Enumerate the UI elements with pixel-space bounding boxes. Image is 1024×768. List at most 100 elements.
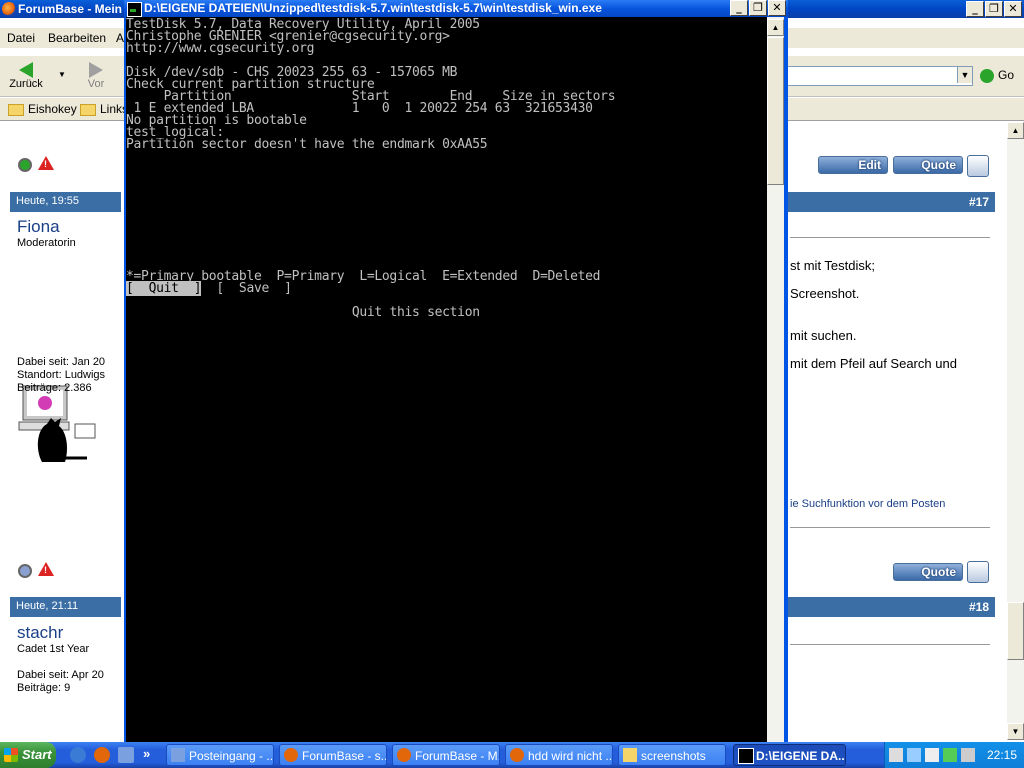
console-icon bbox=[738, 748, 754, 764]
multiquote-icon[interactable] bbox=[967, 561, 989, 583]
scroll-down-icon[interactable]: ▼ bbox=[1007, 723, 1024, 740]
signature-text: ie Suchfunktion vor dem Posten bbox=[790, 498, 946, 510]
post-text-line: Screenshot. bbox=[790, 286, 860, 301]
folder-icon bbox=[8, 103, 24, 116]
forward-label: Vor bbox=[87, 78, 105, 90]
online-status-icon bbox=[18, 158, 32, 172]
close-icon[interactable]: ✕ bbox=[768, 0, 786, 16]
task-console[interactable]: D:\EIGENE DA... bbox=[733, 744, 846, 766]
post-number-bar: #18 bbox=[788, 597, 995, 617]
close-icon[interactable]: ✕ bbox=[1004, 1, 1022, 17]
multiquote-icon[interactable] bbox=[967, 155, 989, 177]
start-button[interactable]: Start bbox=[0, 742, 56, 768]
save-menu-option[interactable]: [ Save ] bbox=[216, 281, 292, 296]
task-forumbase-m[interactable]: ForumBase - M... bbox=[392, 744, 500, 766]
quote-button[interactable]: Quote bbox=[893, 156, 963, 174]
scroll-up-icon[interactable]: ▲ bbox=[767, 19, 784, 36]
tray-icon[interactable] bbox=[925, 748, 939, 762]
windows-logo-icon bbox=[4, 748, 18, 762]
firefox-icon bbox=[284, 748, 298, 762]
firefox-title: ForumBase - Mein bbox=[18, 2, 123, 16]
user-avatar bbox=[18, 385, 96, 462]
go-icon bbox=[980, 68, 994, 83]
back-label: Zurück bbox=[9, 78, 43, 90]
divider bbox=[790, 644, 990, 645]
scroll-up-icon[interactable]: ▲ bbox=[1007, 122, 1024, 139]
quicklaunch-email-icon[interactable] bbox=[118, 747, 134, 763]
firefox-window-buttons: _ ❐ ✕ bbox=[965, 1, 1022, 17]
menu-hint: Quit this section bbox=[351, 305, 480, 320]
restore-icon[interactable]: ❐ bbox=[749, 0, 767, 16]
report-icon[interactable] bbox=[38, 156, 54, 170]
folder-icon bbox=[623, 748, 637, 762]
post-text-line: mit suchen. bbox=[790, 328, 857, 343]
task-forumbase-s[interactable]: ForumBase - s... bbox=[279, 744, 387, 766]
edit-label: Edit bbox=[858, 158, 881, 172]
firefox-scrollbar[interactable]: ▲ ▼ bbox=[1007, 122, 1024, 740]
task-screenshots[interactable]: screenshots bbox=[618, 744, 726, 766]
task-label: hdd wird nicht ... bbox=[528, 749, 613, 763]
clock: 22:15 bbox=[986, 748, 1017, 762]
edit-button[interactable]: Edit bbox=[818, 156, 888, 174]
username[interactable]: Fiona bbox=[17, 217, 60, 237]
menu-bearbeiten[interactable]: Bearbeiten bbox=[48, 31, 106, 45]
url-input[interactable]: ▼ bbox=[787, 66, 973, 86]
console-scrollbar[interactable]: ▲ bbox=[767, 17, 784, 742]
folder-icon bbox=[80, 103, 96, 116]
firefox-icon bbox=[2, 2, 16, 16]
user-post-count: Beiträge: 2.386 bbox=[17, 382, 92, 394]
scroll-thumb[interactable] bbox=[1007, 602, 1024, 660]
speaker-icon[interactable] bbox=[961, 748, 975, 762]
post-number[interactable]: #18 bbox=[969, 600, 989, 614]
user-location: Standort: Ludwigs bbox=[17, 369, 106, 381]
quote-label: Quote bbox=[921, 565, 956, 579]
tray-icon[interactable] bbox=[943, 748, 957, 762]
tray-icon[interactable] bbox=[907, 748, 921, 762]
user-joined: Dabei seit: Apr 20 bbox=[17, 669, 104, 681]
back-dropdown-icon[interactable]: ▼ bbox=[58, 70, 66, 79]
tray-icon[interactable] bbox=[889, 748, 903, 762]
username[interactable]: stachr bbox=[17, 623, 63, 643]
restore-icon[interactable]: ❐ bbox=[985, 1, 1003, 17]
menu-datei[interactable]: Datei bbox=[7, 31, 35, 45]
menu-ansicht[interactable]: A bbox=[116, 31, 124, 45]
divider bbox=[790, 237, 990, 238]
console-output[interactable]: TestDisk 5.7, Data Recovery Utility, Apr… bbox=[126, 17, 767, 742]
post-text-line: st mit Testdisk; bbox=[790, 258, 876, 273]
user-post-count: Beiträge: 9 bbox=[17, 682, 71, 694]
post-number[interactable]: #17 bbox=[969, 195, 989, 209]
forward-button[interactable]: Vor bbox=[76, 58, 116, 94]
bookmark-label: Eishokey bbox=[28, 102, 77, 116]
forward-arrow-icon bbox=[89, 62, 103, 78]
quote-label: Quote bbox=[921, 158, 956, 172]
quicklaunch-firefox-icon[interactable] bbox=[94, 747, 110, 763]
go-button[interactable]: Go bbox=[980, 68, 1014, 83]
quicklaunch-more-icon[interactable]: » bbox=[143, 746, 150, 761]
quicklaunch-ie-icon[interactable] bbox=[70, 747, 86, 763]
task-hdd[interactable]: hdd wird nicht ... bbox=[505, 744, 613, 766]
console-title: D:\EIGENE DATEIEN\Unzipped\testdisk-5.7.… bbox=[144, 1, 602, 15]
bookmark-eishokey[interactable]: Eishokey bbox=[8, 102, 77, 116]
scroll-thumb[interactable] bbox=[767, 37, 784, 185]
quit-menu-option[interactable]: [ Quit ] bbox=[126, 281, 202, 296]
quote-button[interactable]: Quote bbox=[893, 563, 963, 581]
url-dropdown-icon[interactable]: ▼ bbox=[957, 67, 972, 83]
user-rank: Moderatorin bbox=[17, 237, 76, 249]
user-rank: Cadet 1st Year bbox=[17, 643, 90, 655]
divider bbox=[790, 527, 990, 528]
console-icon bbox=[127, 2, 142, 17]
offline-status-icon bbox=[18, 564, 32, 578]
back-button[interactable]: Zurück bbox=[6, 58, 46, 94]
report-icon[interactable] bbox=[38, 562, 54, 576]
task-posteingang[interactable]: Posteingang - ... bbox=[166, 744, 274, 766]
task-label: ForumBase - s... bbox=[302, 749, 387, 763]
user-joined: Dabei seit: Jan 20 bbox=[17, 356, 106, 368]
console-window-buttons: _ ❐ ✕ bbox=[729, 0, 786, 16]
minimize-icon[interactable]: _ bbox=[730, 0, 748, 16]
console-titlebar[interactable]: D:\EIGENE DATEIEN\Unzipped\testdisk-5.7.… bbox=[124, 0, 788, 17]
start-label: Start bbox=[22, 747, 52, 762]
console-text: TestDisk 5.7, Data Recovery Utility, Apr… bbox=[126, 18, 616, 320]
minimize-icon[interactable]: _ bbox=[966, 1, 984, 17]
bookmark-links[interactable]: Links bbox=[80, 102, 128, 116]
task-label: ForumBase - M... bbox=[415, 749, 500, 763]
